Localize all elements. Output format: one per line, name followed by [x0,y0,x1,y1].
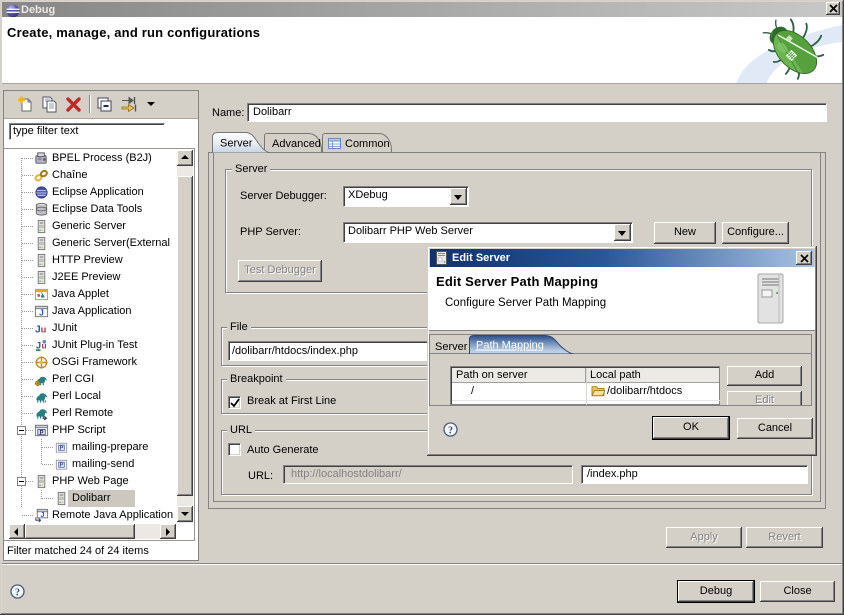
svg-text:?: ? [448,425,453,436]
svg-text:Server: Server [220,138,253,150]
svg-text:?: ? [15,587,20,598]
svg-text:Path Mapping: Path Mapping [476,340,544,352]
